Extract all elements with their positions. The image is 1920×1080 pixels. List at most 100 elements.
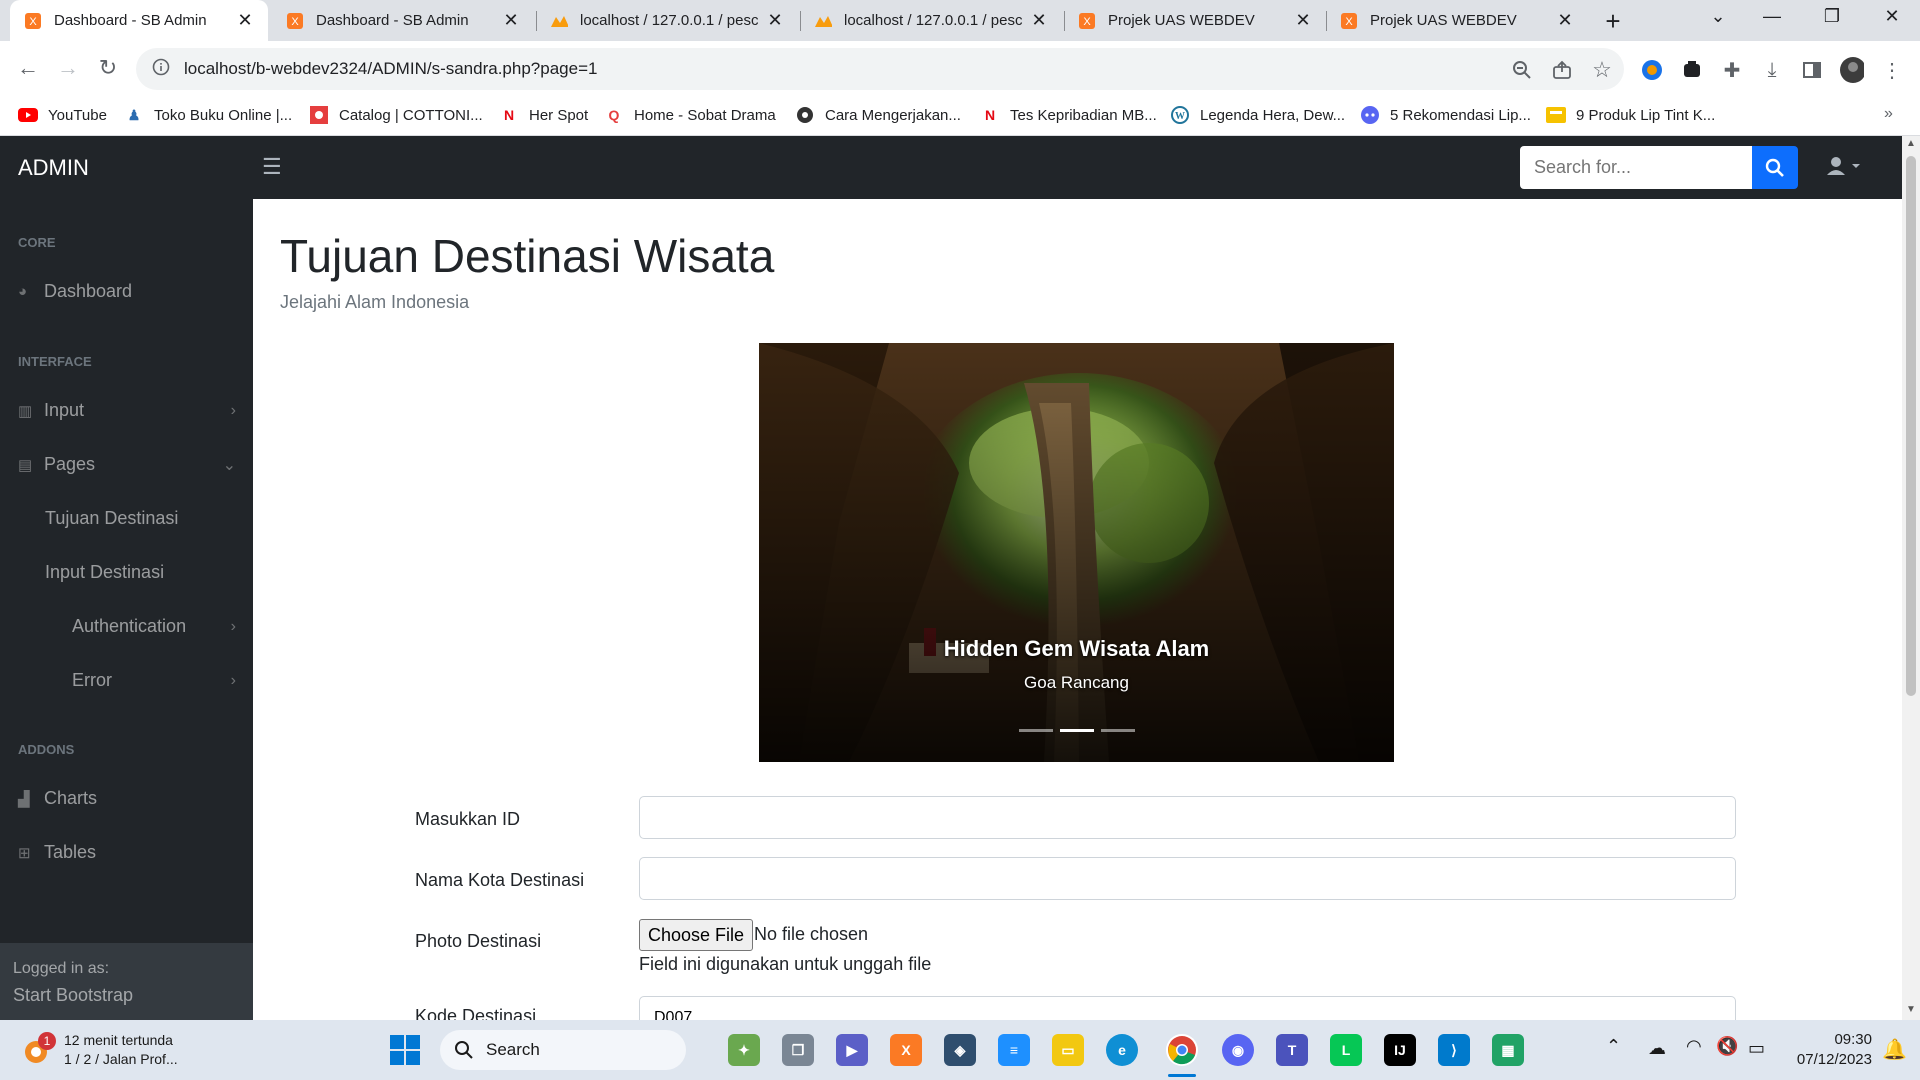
onedrive-icon[interactable]: ☁ — [1648, 1038, 1666, 1059]
choose-file-button[interactable]: Choose File — [639, 919, 754, 951]
svg-text:X: X — [29, 16, 37, 28]
side-panel-icon[interactable] — [1800, 58, 1824, 82]
user-dropdown[interactable] — [1826, 156, 1860, 181]
search-input[interactable] — [1520, 146, 1752, 189]
battery-icon[interactable]: ▭ — [1748, 1038, 1765, 1059]
nama-kota-input[interactable] — [639, 857, 1736, 900]
task-view-icon[interactable]: ❐ — [782, 1034, 814, 1066]
browser-tab[interactable]: localhost / 127.0.0.1 / pesc ✕ — [536, 0, 798, 41]
clock-date[interactable]: 07/12/2023 — [1766, 1051, 1872, 1068]
share-icon[interactable] — [1550, 58, 1574, 82]
sidebar-item-input[interactable]: ▥ Input › — [18, 400, 236, 421]
sidebar-item-tables[interactable]: ⊞ Tables — [18, 842, 96, 863]
scroll-down-icon[interactable]: ▼ — [1906, 1004, 1916, 1015]
bookmark-sobat-drama[interactable]: Q Home - Sobat Drama — [604, 105, 776, 125]
sidebar-item-dashboard[interactable]: ◕ Dashboard — [18, 281, 132, 302]
close-tab-icon[interactable]: ✕ — [1556, 10, 1574, 31]
discord-icon[interactable]: ◉ — [1222, 1034, 1254, 1066]
brand-logo[interactable]: ADMIN — [18, 155, 89, 181]
xampp-icon[interactable]: X — [890, 1034, 922, 1066]
bookmark-9-produk[interactable]: 9 Produk Lip Tint K... — [1546, 105, 1715, 125]
sidebar-item-charts[interactable]: ▟ Charts — [18, 788, 97, 809]
close-window-button[interactable]: ✕ — [1872, 6, 1912, 27]
carousel-indicator-active[interactable] — [1060, 729, 1094, 732]
kode-input[interactable] — [639, 996, 1736, 1020]
sheets-icon[interactable]: ▦ — [1492, 1034, 1524, 1066]
restore-button[interactable]: ❐ — [1812, 6, 1852, 27]
more-bookmarks-icon[interactable]: » — [1884, 105, 1893, 123]
browser-tab[interactable]: X Dashboard - SB Admin ✕ — [10, 0, 268, 41]
notepad-icon[interactable]: ≡ — [998, 1034, 1030, 1066]
sidebar-item-input-destinasi[interactable]: Input Destinasi — [45, 562, 164, 583]
scrollbar-thumb[interactable] — [1906, 156, 1916, 696]
notification-bell-icon[interactable]: 🔔 — [1882, 1037, 1907, 1062]
sidebar-toggle-icon[interactable]: ☰ — [262, 154, 282, 180]
sidebar-item-pages[interactable]: ▤ Pages ⌄ — [18, 454, 236, 475]
close-tab-icon[interactable]: ✕ — [1030, 10, 1048, 31]
reload-icon[interactable]: ↻ — [94, 55, 122, 81]
new-tab-button[interactable]: + — [1598, 6, 1628, 37]
windows-start-icon[interactable] — [390, 1035, 420, 1070]
puzzle-extensions-icon[interactable]: ✚ — [1720, 58, 1744, 82]
taskbar-search[interactable]: Search — [440, 1030, 686, 1070]
extension-icon[interactable] — [1640, 58, 1664, 82]
download-icon[interactable]: ⤓ — [1760, 58, 1784, 82]
bookmark-5-rekomendasi[interactable]: 5 Rekomendasi Lip... — [1360, 105, 1531, 125]
bookmark-star-icon[interactable]: ☆ — [1590, 57, 1614, 82]
close-tab-icon[interactable]: ✕ — [236, 10, 254, 31]
intellij-icon[interactable]: IJ — [1384, 1034, 1416, 1066]
browser-tab[interactable]: X Projek UAS WEBDEV ✕ — [1326, 0, 1588, 41]
teams-icon[interactable]: T — [1276, 1034, 1308, 1066]
edge-icon[interactable]: e — [1106, 1034, 1138, 1066]
widget-line-2[interactable]: 1 / 2 / Jalan Prof... — [64, 1051, 178, 1067]
sidebar-item-error[interactable]: Error › — [72, 670, 236, 691]
volume-muted-icon[interactable]: 🔇 — [1716, 1036, 1738, 1057]
carousel-indicator[interactable] — [1019, 729, 1053, 732]
browser-tab[interactable]: X Projek UAS WEBDEV ✕ — [1064, 0, 1326, 41]
image-carousel[interactable]: Hidden Gem Wisata Alam Goa Rancang — [759, 343, 1394, 762]
carousel-indicator[interactable] — [1101, 729, 1135, 732]
profile-avatar[interactable] — [1840, 57, 1864, 83]
address-bar[interactable]: localhost/b-webdev2324/ADMIN/s-sandra.ph… — [136, 48, 1624, 90]
forward-arrow-icon[interactable]: → — [54, 55, 82, 81]
close-tab-icon[interactable]: ✕ — [1294, 10, 1312, 31]
line-icon[interactable]: L — [1330, 1034, 1362, 1066]
sidebar-item-tujuan-destinasi[interactable]: Tujuan Destinasi — [45, 508, 178, 529]
page-scrollbar[interactable]: ▲ ▼ — [1902, 136, 1920, 1020]
bookmark-her-spot[interactable]: N Her Spot — [499, 105, 588, 125]
sidebar-item-authentication[interactable]: Authentication › — [72, 616, 236, 637]
tab-search-chevron-icon[interactable]: ⌄ — [1698, 6, 1738, 27]
bookmark-legenda-hera[interactable]: W Legenda Hera, Dew... — [1170, 105, 1345, 125]
wifi-icon[interactable]: ◠ — [1686, 1036, 1702, 1057]
chrome-icon[interactable] — [1166, 1034, 1198, 1066]
meet-icon[interactable]: ▶ — [836, 1034, 868, 1066]
extension-icon[interactable] — [1680, 58, 1704, 82]
close-tab-icon[interactable]: ✕ — [502, 10, 520, 31]
back-arrow-icon[interactable]: ← — [14, 55, 42, 81]
vscode-icon[interactable]: ⟩ — [1438, 1034, 1470, 1066]
close-tab-icon[interactable]: ✕ — [766, 10, 784, 31]
browser-tab[interactable]: localhost / 127.0.0.1 / pesc ✕ — [800, 0, 1062, 41]
copilot-icon[interactable]: ✦ — [728, 1034, 760, 1066]
columns-icon: ▥ — [18, 402, 33, 420]
minimize-button[interactable]: — — [1752, 6, 1792, 27]
file-explorer-icon[interactable]: ▭ — [1052, 1034, 1084, 1066]
show-hidden-icons-chevron[interactable]: ⌃ — [1606, 1036, 1621, 1057]
menu-kebab-icon[interactable]: ⋮ — [1880, 58, 1904, 82]
bookmark-tes-kepribadian[interactable]: N Tes Kepribadian MB... — [980, 105, 1157, 125]
browser-tab[interactable]: X Dashboard - SB Admin ✕ — [272, 0, 534, 41]
site-info-icon[interactable] — [152, 58, 170, 81]
url-text[interactable]: localhost/b-webdev2324/ADMIN/s-sandra.ph… — [184, 59, 597, 79]
bookmark-cara-mengerjakan[interactable]: Cara Mengerjakan... — [795, 105, 961, 125]
scroll-up-icon[interactable]: ▲ — [1906, 138, 1916, 149]
clock-time[interactable]: 09:30 — [1788, 1031, 1872, 1048]
bookmark-catalog[interactable]: Catalog | COTTONI... — [309, 105, 483, 125]
bookmark-youtube[interactable]: YouTube — [18, 105, 107, 125]
id-input[interactable] — [639, 796, 1736, 839]
virtualbox-icon[interactable]: ◈ — [944, 1034, 976, 1066]
bookmark-toko-buku[interactable]: ♟ Toko Buku Online |... — [124, 105, 292, 125]
zoom-icon[interactable] — [1510, 58, 1534, 82]
widget-line-1[interactable]: 12 menit tertunda — [64, 1032, 173, 1048]
search-button[interactable] — [1752, 146, 1798, 189]
notification-widget-icon[interactable]: 1 — [22, 1032, 56, 1066]
